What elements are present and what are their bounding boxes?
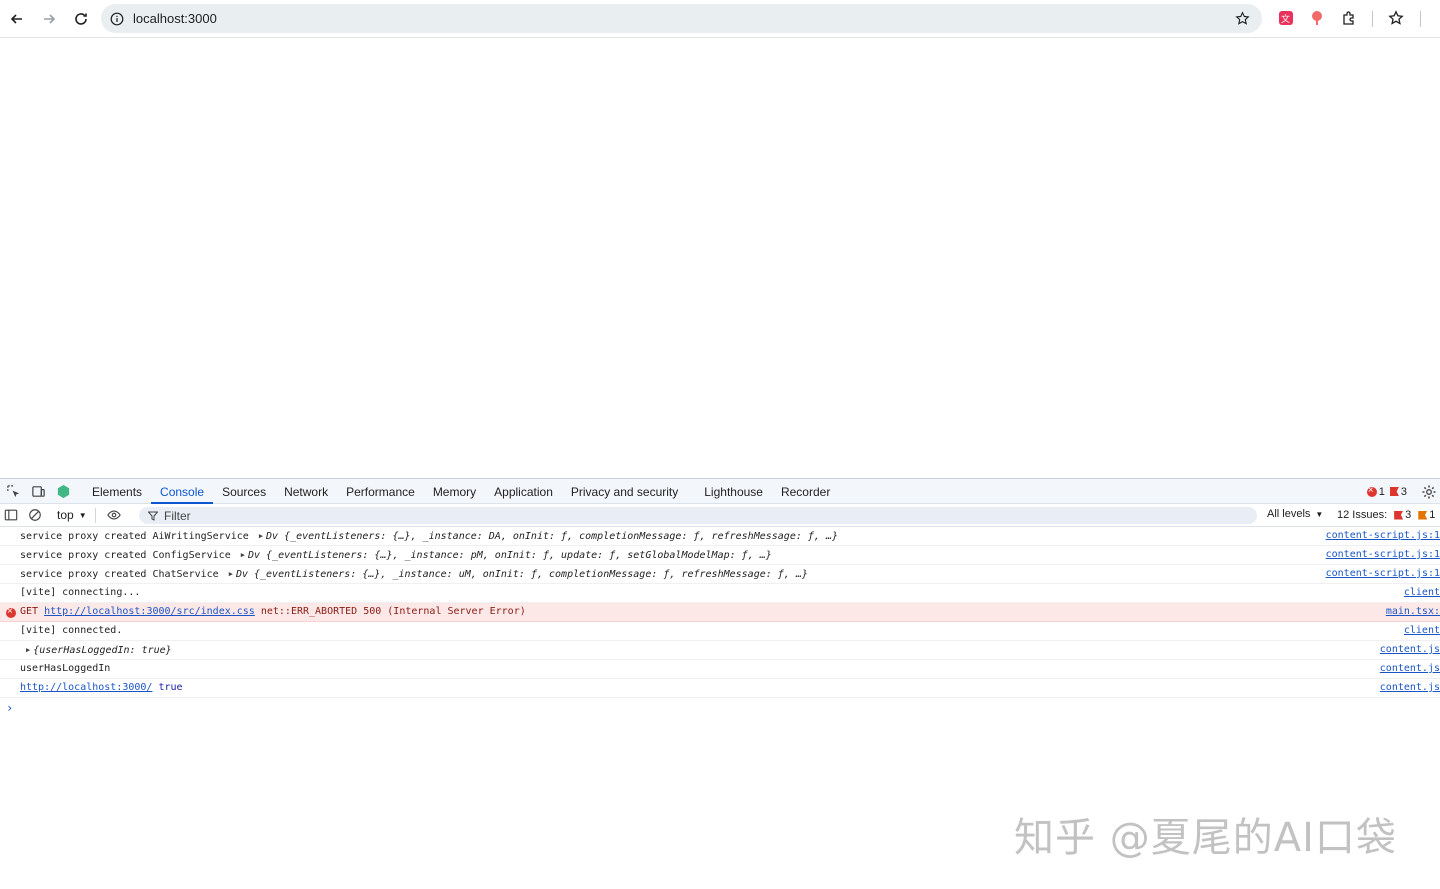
arrow-left-icon (10, 13, 22, 24)
source-link[interactable]: content.js (1380, 641, 1440, 659)
vue-devtools-icon[interactable] (53, 481, 73, 501)
request-url-link[interactable]: http://localhost:3000/src/index.css (44, 606, 255, 617)
url-text[interactable]: localhost:3000 (133, 11, 217, 26)
issues-red-count: 3 (1405, 509, 1412, 521)
extension-icon[interactable] (1308, 9, 1326, 27)
issue-red-flag-icon (1394, 510, 1404, 520)
console-row: http://localhost:3000/ true content.js (0, 679, 1440, 698)
console-row: userHasLoggedIn content.js (0, 660, 1440, 679)
filter-icon (148, 511, 158, 521)
reload-button[interactable] (69, 7, 93, 31)
log-levels-dropdown[interactable]: All levels ▼ (1267, 508, 1323, 520)
console-object[interactable]: {userHasLoggedIn: true} (33, 645, 171, 656)
console-row: service proxy created AiWritingService ▶… (0, 527, 1440, 546)
console-row: service proxy created ConfigService ▶ Dv … (0, 546, 1440, 565)
settings-gear-icon[interactable] (1421, 484, 1437, 500)
tab-recorder[interactable]: Recorder (772, 479, 839, 504)
source-link[interactable]: content.js (1380, 679, 1440, 697)
tab-memory[interactable]: Memory (424, 479, 485, 504)
tab-sources[interactable]: Sources (213, 479, 275, 504)
source-link[interactable]: content.js (1380, 660, 1440, 678)
issues-orange-count: 1 (1429, 509, 1436, 521)
translate-extension-icon[interactable]: 文 (1277, 9, 1295, 27)
page-viewport (0, 39, 1440, 478)
source-link[interactable]: client (1404, 584, 1440, 602)
source-link[interactable]: content-script.js:1 (1326, 527, 1440, 545)
issues-counter[interactable]: 12 Issues: 3 1 (1337, 509, 1440, 521)
source-link[interactable]: content-script.js:1 (1326, 565, 1440, 583)
chevron-down-icon: ▼ (1315, 509, 1324, 519)
console-row: [vite] connected. client (0, 622, 1440, 641)
clear-console-icon[interactable] (25, 505, 45, 525)
bookmark-star-icon[interactable] (1235, 11, 1250, 26)
issue-orange-flag-icon (1418, 510, 1428, 520)
levels-value: All levels (1267, 508, 1311, 520)
svg-text:文: 文 (1281, 13, 1290, 25)
extensions-puzzle-icon[interactable] (1340, 9, 1358, 27)
error-count: 1 (1378, 485, 1385, 498)
console-object[interactable]: Dv {_eventListeners: {…}, _instance: DA,… (266, 531, 838, 542)
toolbar-divider (94, 507, 96, 523)
watermark: 知乎 @夏尾的AI口袋 (1014, 815, 1397, 861)
source-link[interactable]: content-script.js:1 (1326, 546, 1440, 564)
context-value: top (57, 508, 74, 522)
expand-triangle-icon[interactable]: ▶ (26, 641, 30, 659)
inspect-element-icon[interactable] (3, 481, 23, 501)
tab-console[interactable]: Console (151, 479, 214, 504)
site-info-icon[interactable] (110, 12, 124, 26)
tab-performance[interactable]: Performance (337, 479, 424, 504)
error-icon (6, 605, 16, 619)
url-link[interactable]: http://localhost:3000/ (20, 682, 152, 693)
issues-label: 12 Issues: (1337, 509, 1388, 521)
source-link[interactable]: main.tsx: (1386, 603, 1440, 621)
warning-count: 3 (1400, 485, 1407, 498)
sidebar-toggle-icon[interactable] (1, 505, 21, 525)
issue-flag-icon (1389, 487, 1399, 496)
device-toolbar-icon[interactable] (28, 481, 48, 501)
chevron-down-icon: ▼ (78, 510, 87, 520)
console-object[interactable]: Dv {_eventListeners: {…}, _instance: pM,… (248, 550, 772, 561)
expand-triangle-icon[interactable]: ▶ (241, 546, 245, 564)
source-link[interactable]: client (1404, 622, 1440, 640)
tab-network[interactable]: Network (275, 479, 337, 504)
console-output: service proxy created AiWritingService ▶… (0, 527, 1440, 718)
console-prompt[interactable]: › (0, 698, 1440, 718)
context-selector[interactable]: top ▼ (57, 508, 87, 522)
live-expression-eye-icon[interactable] (104, 505, 124, 525)
tab-application[interactable]: Application (485, 479, 562, 504)
browser-toolbar: localhost:3000 文 (0, 0, 1440, 38)
devtools-status: 1 3 (1366, 479, 1440, 504)
expand-triangle-icon[interactable]: ▶ (229, 565, 233, 583)
bookmarks-star-icon[interactable] (1387, 9, 1405, 27)
prompt-chevron-icon: › (6, 701, 14, 715)
address-bar[interactable]: localhost:3000 (101, 4, 1262, 33)
error-icon (1366, 484, 1377, 498)
console-object[interactable]: Dv {_eventListeners: {…}, _instance: uM,… (236, 569, 808, 580)
tab-lighthouse[interactable]: Lighthouse (695, 479, 772, 504)
tab-elements[interactable]: Elements (83, 479, 151, 504)
console-row: service proxy created ChatService ▶ Dv {_… (0, 565, 1440, 584)
arrow-right-icon (44, 13, 56, 24)
console-toolbar: top ▼ All levels ▼ 12 Issues: 3 1 (0, 504, 1440, 527)
reload-icon (75, 12, 87, 25)
console-row: [vite] connecting... client (0, 584, 1440, 603)
back-button[interactable] (5, 7, 29, 31)
forward-button[interactable] (37, 7, 61, 31)
filter-input[interactable] (164, 508, 1064, 523)
console-error-row: GET http://localhost:3000/src/index.css … (0, 603, 1440, 622)
tab-privacy-security[interactable]: Privacy and security (562, 479, 687, 504)
console-row: ▶ {userHasLoggedIn: true} content.js (0, 641, 1440, 660)
expand-triangle-icon[interactable]: ▶ (259, 527, 263, 545)
error-counter[interactable]: 1 3 (1366, 484, 1407, 498)
toolbar-divider (1420, 11, 1421, 27)
console-filter[interactable] (139, 507, 1257, 524)
devtools-tabbar: Elements Console Sources Network Perform… (0, 479, 1440, 504)
toolbar-divider (1372, 11, 1373, 27)
